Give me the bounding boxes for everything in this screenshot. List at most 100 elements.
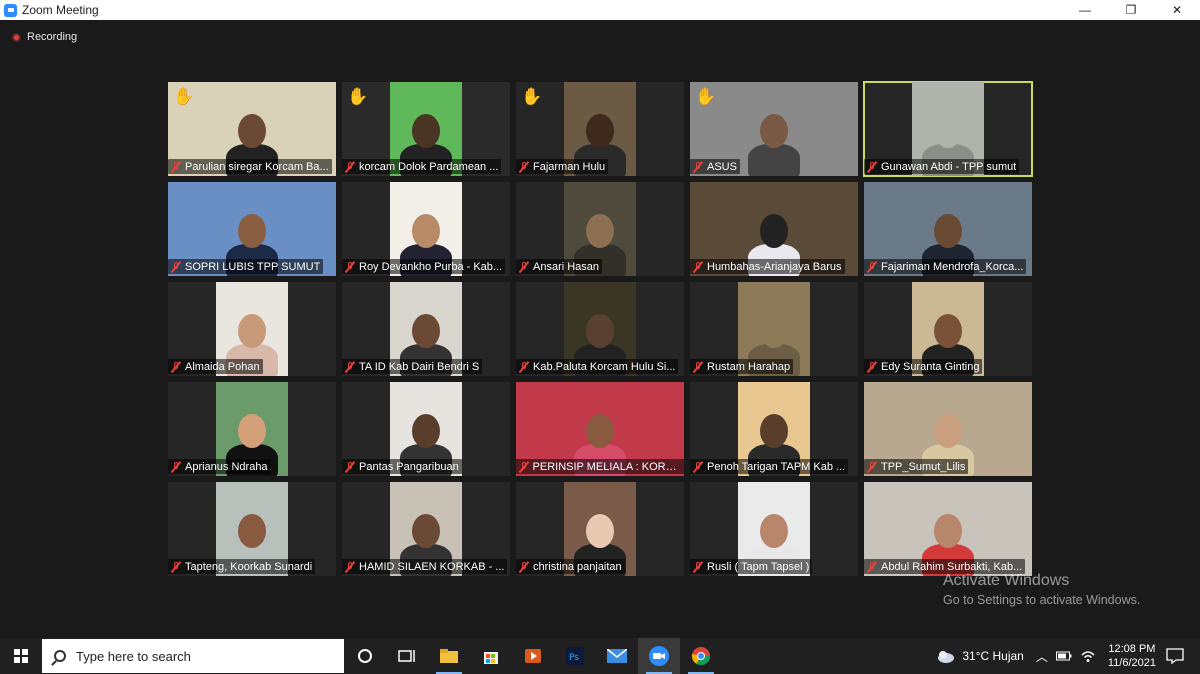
participant-name: SOPRI LUBIS TPP SUMUT — [185, 260, 321, 273]
participant-tile[interactable]: SOPRI LUBIS TPP SUMUT — [168, 182, 336, 276]
participant-face — [760, 214, 788, 248]
participant-tile[interactable]: Rusli ( Tapm Tapsel ) — [690, 482, 858, 576]
participant-tile[interactable]: Aprianus Ndraha — [168, 382, 336, 476]
participant-tile[interactable]: ✋ ASUS — [690, 82, 858, 176]
participant-name: Aprianus Ndraha — [185, 460, 268, 473]
participant-name: Rusli ( Tapm Tapsel ) — [707, 560, 810, 573]
participant-tile[interactable]: christina panjaitan — [516, 482, 684, 576]
photoshop-button[interactable]: Ps — [554, 638, 596, 674]
participant-face — [412, 314, 440, 348]
participant-name-bar: Ansari Hasan — [516, 259, 603, 274]
clock-time: 12:08 PM — [1108, 643, 1156, 655]
mic-muted-icon — [866, 461, 878, 473]
participant-tile[interactable]: Edy Suranta Ginting — [864, 282, 1032, 376]
notification-icon[interactable] — [1166, 648, 1184, 664]
participant-name-bar: Edy Suranta Ginting — [864, 359, 983, 374]
participant-tile[interactable]: Kab.Paluta Korcam Hulu Si... — [516, 282, 684, 376]
participant-name: Pantas Pangaribuan — [359, 460, 459, 473]
participant-tile[interactable]: Tapteng, Koorkab Sunardi — [168, 482, 336, 576]
close-button[interactable]: ✕ — [1154, 0, 1200, 20]
recording-indicator[interactable]: Recording — [12, 31, 77, 43]
participant-tile[interactable]: ✋ Fajarman Hulu — [516, 82, 684, 176]
participant-tile[interactable]: Gunawan Abdi - TPP sumut — [863, 81, 1033, 177]
participant-tile[interactable]: PERINSIP MELIALA : KORCA... — [516, 382, 684, 476]
participant-face — [586, 214, 614, 248]
participant-tile[interactable]: Almaida Pohan — [168, 282, 336, 376]
file-explorer-button[interactable] — [428, 638, 470, 674]
mic-muted-icon — [692, 561, 704, 573]
participant-name: TPP_Sumut_Lilis — [881, 460, 966, 473]
minimize-button[interactable]: — — [1062, 0, 1108, 20]
participant-face — [586, 314, 614, 348]
chrome-button[interactable] — [680, 638, 722, 674]
participant-tile[interactable]: Rustam Harahap — [690, 282, 858, 376]
mail-button[interactable] — [596, 638, 638, 674]
mic-muted-icon — [170, 161, 182, 173]
participant-tile[interactable]: Roy Devankho Purba - Kab... — [342, 182, 510, 276]
battery-icon[interactable] — [1055, 650, 1072, 662]
store-button[interactable] — [470, 638, 512, 674]
weather-cloud-icon[interactable] — [936, 649, 956, 663]
participant-name-bar: TA ID Kab Dairi Bendri S — [342, 359, 483, 374]
participant-face — [238, 414, 266, 448]
mic-muted-icon — [344, 361, 356, 373]
mic-muted-icon — [692, 361, 704, 373]
media-player-icon — [525, 649, 541, 663]
mic-muted-icon — [170, 361, 182, 373]
participant-face — [412, 214, 440, 248]
task-view-button[interactable] — [386, 638, 428, 674]
wifi-icon[interactable] — [1080, 649, 1096, 663]
participant-tile[interactable]: Abdul Rahim Surbakti, Kab... — [864, 482, 1032, 576]
mic-muted-icon — [866, 261, 878, 273]
participant-tile[interactable]: Ansari Hasan — [516, 182, 684, 276]
record-icon — [12, 32, 21, 42]
media-player-button[interactable] — [512, 638, 554, 674]
participant-name: korcam Dolok Pardamean ... — [359, 160, 499, 173]
mic-muted-icon — [866, 561, 878, 573]
system-clock[interactable]: 12:08 PM 11/6/2021 — [1108, 642, 1156, 670]
mic-muted-icon — [866, 161, 878, 173]
participant-face — [238, 314, 266, 348]
participant-name: Roy Devankho Purba - Kab... — [359, 260, 503, 273]
start-button[interactable] — [0, 638, 42, 674]
mic-muted-icon — [344, 161, 356, 173]
maximize-button[interactable]: ❐ — [1108, 0, 1154, 20]
raised-hand-icon: ✋ — [521, 87, 543, 106]
participant-face — [760, 314, 788, 348]
mic-muted-icon — [692, 261, 704, 273]
taskbar-search[interactable]: Type here to search — [42, 639, 344, 673]
mic-muted-icon — [344, 561, 356, 573]
mic-muted-icon — [518, 461, 530, 473]
participant-tile[interactable]: ✋ Parulian siregar Korcam Ba... — [168, 82, 336, 176]
chevron-up-icon[interactable]: ︿ — [1036, 648, 1048, 665]
cortana-circle-icon — [358, 649, 372, 663]
participant-face — [760, 414, 788, 448]
title-bar: Zoom Meeting — ❐ ✕ — [0, 0, 1200, 20]
participant-tile[interactable]: Penoh Tarigan TAPM Kab ... — [690, 382, 858, 476]
mic-muted-icon — [692, 161, 704, 173]
participant-name-bar: Parulian siregar Korcam Ba... — [168, 159, 332, 174]
participant-tile[interactable]: TA ID Kab Dairi Bendri S — [342, 282, 510, 376]
participant-name-bar: PERINSIP MELIALA : KORCA... — [516, 459, 684, 474]
weather-text[interactable]: 31°C Hujan — [962, 649, 1024, 663]
zoom-taskbar-button[interactable] — [638, 638, 680, 674]
participant-tile[interactable]: Fajariman Mendrofa_Korca... — [864, 182, 1032, 276]
mic-muted-icon — [518, 561, 530, 573]
photoshop-icon: Ps — [566, 647, 584, 665]
participant-name-bar: christina panjaitan — [516, 559, 625, 574]
participant-tile[interactable]: Humbahas-Arianjaya Barus — [690, 182, 858, 276]
participant-face — [238, 214, 266, 248]
participant-name-bar: Fajarman Hulu — [516, 159, 609, 174]
participant-name: christina panjaitan — [533, 560, 622, 573]
participant-tile[interactable]: ✋ korcam Dolok Pardamean ... — [342, 82, 510, 176]
participant-tile[interactable]: HAMID SILAEN KORKAB - ... — [342, 482, 510, 576]
mic-muted-icon — [518, 261, 530, 273]
participant-name: Rustam Harahap — [707, 360, 791, 373]
cortana-button[interactable] — [344, 638, 386, 674]
participant-tile[interactable]: TPP_Sumut_Lilis — [864, 382, 1032, 476]
mic-muted-icon — [518, 361, 530, 373]
recording-label: Recording — [27, 31, 78, 43]
participant-name: TA ID Kab Dairi Bendri S — [359, 360, 480, 373]
participant-tile[interactable]: Pantas Pangaribuan — [342, 382, 510, 476]
mic-muted-icon — [170, 461, 182, 473]
